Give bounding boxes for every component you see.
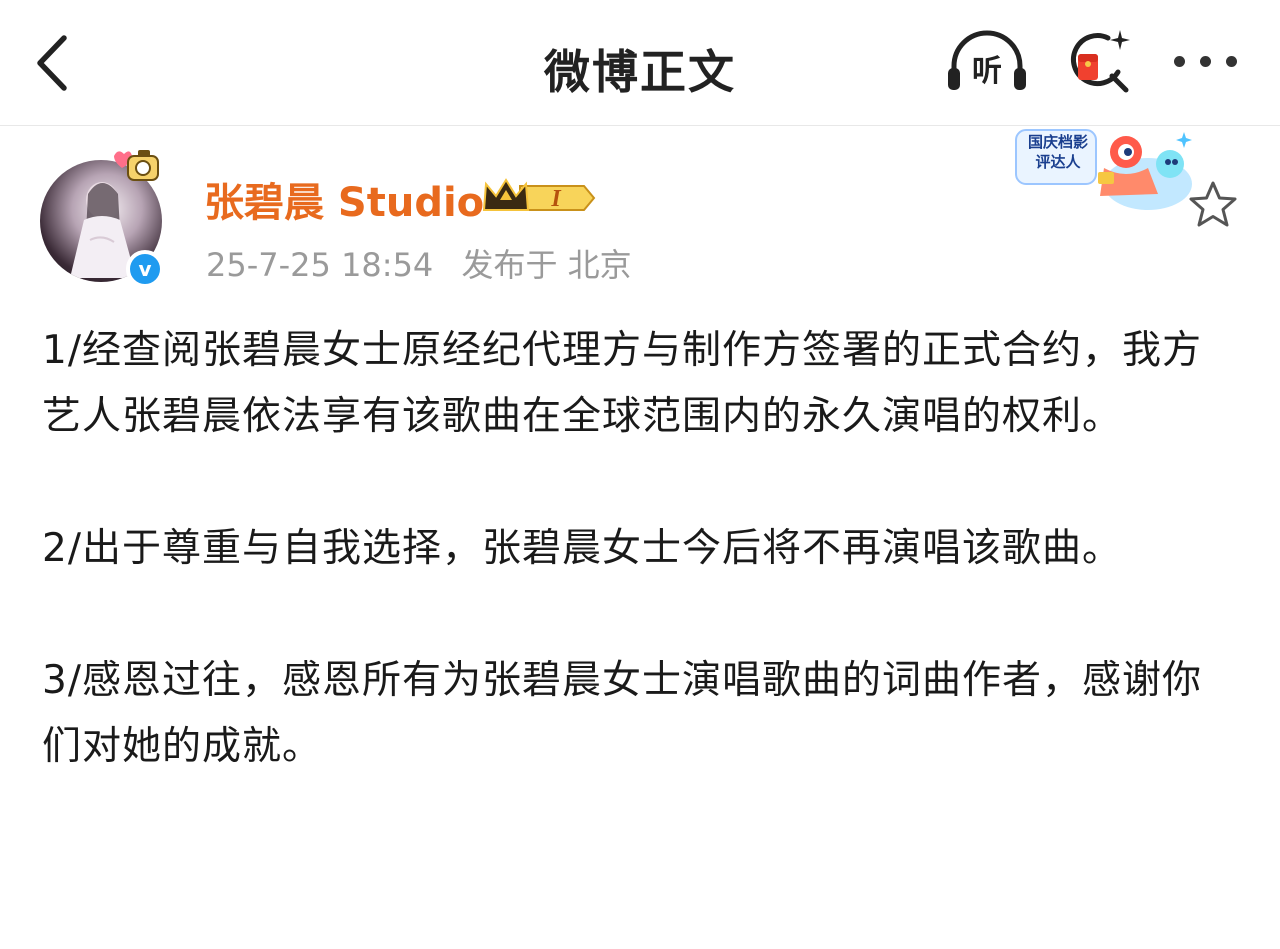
listen-button[interactable]: 听 <box>944 28 1030 98</box>
more-button[interactable] <box>1168 40 1244 84</box>
event-sticker[interactable]: 国庆档影评达人 <box>1008 124 1198 216</box>
post-meta: 25-7-25 18:54 发布于 北京 <box>206 240 632 286</box>
star-icon <box>1189 181 1237 227</box>
verified-badge: v <box>126 250 164 288</box>
favorite-button[interactable] <box>1186 178 1240 232</box>
camera-sticker-icon <box>114 150 159 181</box>
post-location: 发布于 北京 <box>461 246 632 284</box>
top-nav-bar: 微博正文 听 <box>0 0 1280 126</box>
search-button[interactable] <box>1062 26 1136 100</box>
post-paragraph-2: 2/出于尊重与自我选择，张碧晨女士今后将不再演唱该歌曲。 <box>42 526 1122 571</box>
author-name[interactable]: 张碧晨 Studio <box>204 170 484 228</box>
post-timestamp: 25-7-25 18:54 <box>206 246 434 284</box>
event-sticker-label: 国庆档影评达人 <box>1027 133 1088 171</box>
vip-level-label: I <box>550 186 562 212</box>
post-paragraph-3: 3/感恩过往，感恩所有为张碧晨女士演唱歌曲的词曲作者，感谢你们对她的成就。 <box>42 658 1202 769</box>
search-redpacket-icon <box>1070 30 1130 93</box>
vip-crown-badge[interactable]: I <box>480 174 598 222</box>
listen-label: 听 <box>972 54 1002 89</box>
post-paragraph-1: 1/经查阅张碧晨女士原经纪代理方与制作方签署的正式合约，我方艺人张碧晨依法享有该… <box>42 328 1202 439</box>
post-content: 1/经查阅张碧晨女士原经纪代理方与制作方签署的正式合约，我方艺人张碧晨依法享有该… <box>42 318 1212 846</box>
